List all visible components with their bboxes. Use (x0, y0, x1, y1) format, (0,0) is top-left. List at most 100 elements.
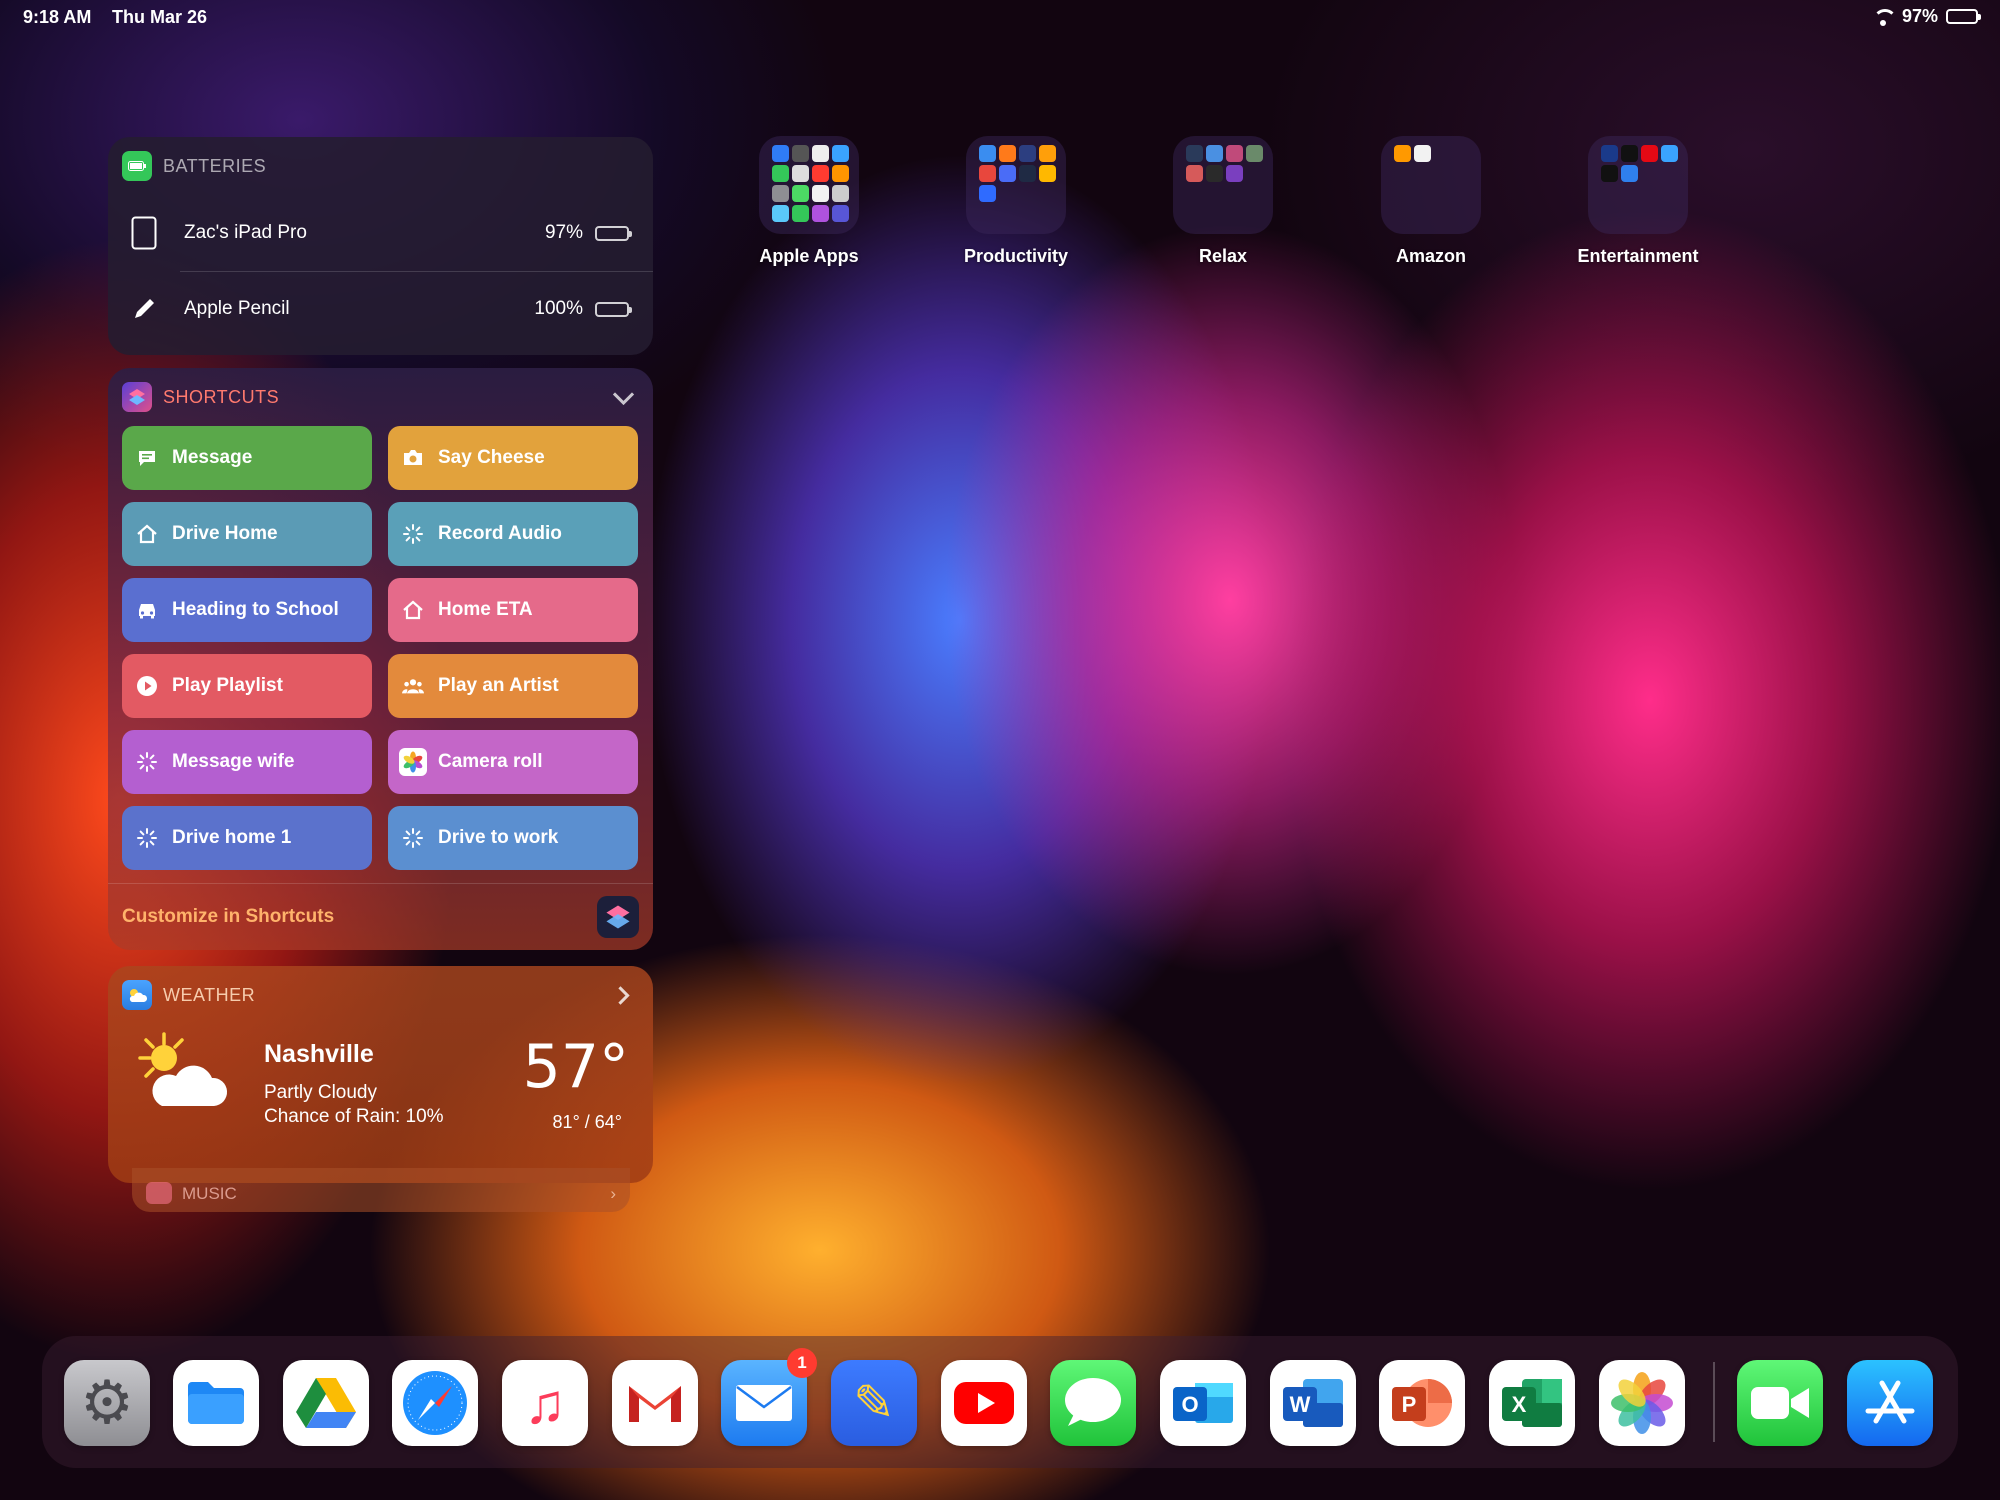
youtube-icon[interactable] (941, 1360, 1027, 1446)
shortcut-label: Play an Artist (438, 675, 559, 696)
mail-icon[interactable]: 1 (721, 1348, 817, 1446)
battery-gauge (595, 301, 632, 317)
folder-icon (1588, 136, 1688, 234)
shortcut-label: Drive home 1 (172, 827, 292, 848)
folder-relax[interactable]: Relax (1118, 136, 1328, 267)
spinner-icon (136, 751, 158, 773)
svg-text:P: P (1402, 1392, 1417, 1417)
shortcut-say-cheese[interactable]: Say Cheese (388, 426, 638, 490)
shortcut-heading-to-school[interactable]: Heading to School (122, 578, 372, 642)
music-widget[interactable]: MUSIC › (132, 1168, 630, 1212)
partly-cloudy-icon (132, 1030, 232, 1125)
batteries-header: BATTERIES (108, 137, 653, 195)
shortcut-drive-to-work[interactable]: Drive to work (388, 806, 638, 870)
chevron-right-icon[interactable]: › (610, 1184, 616, 1204)
spinner-icon (136, 827, 158, 849)
folder-icon (759, 136, 859, 234)
customize-shortcuts-link[interactable]: Customize in Shortcuts (122, 906, 597, 928)
folder-productivity[interactable]: Productivity (911, 136, 1121, 267)
files-icon[interactable] (173, 1360, 259, 1446)
shortcut-message[interactable]: Message (122, 426, 372, 490)
weather-body: Nashville Partly Cloudy Chance of Rain: … (108, 1024, 653, 1164)
shortcut-record-audio[interactable]: Record Audio (388, 502, 638, 566)
device-name: Apple Pencil (184, 298, 290, 319)
customize-shortcuts-row[interactable]: Customize in Shortcuts (108, 883, 653, 950)
shortcut-drive-home[interactable]: Drive Home (122, 502, 372, 566)
shortcuts-title: SHORTCUTS (163, 386, 280, 407)
car-icon (136, 599, 158, 621)
word-icon[interactable]: W (1270, 1360, 1356, 1446)
folder-label: Productivity (963, 246, 1069, 266)
chevron-down-icon[interactable] (612, 383, 635, 405)
photos-icon (399, 748, 427, 776)
shortcuts-app-icon (122, 382, 152, 412)
photos-icon[interactable] (1599, 1360, 1685, 1446)
music-icon[interactable]: ♫ (502, 1360, 588, 1446)
weather-widget[interactable]: WEATHER Nashville Partly Cloudy Chance o… (108, 966, 653, 1183)
folder-label: Relax (1198, 246, 1248, 266)
svg-text:X: X (1512, 1392, 1527, 1417)
folder-amazon[interactable]: Amazon (1326, 136, 1536, 267)
shortcut-label: Drive to work (438, 827, 559, 848)
battery-row-pencil: Apple Pencil 100% (108, 271, 653, 347)
battery-icon (1946, 9, 1981, 24)
status-battery-percent: 97% (1901, 6, 1938, 26)
device-percent: 100% (534, 298, 583, 319)
chevron-right-icon[interactable] (611, 985, 630, 1005)
wifi-icon (1872, 8, 1897, 26)
weather-condition: Partly Cloudy (264, 1082, 377, 1103)
shortcut-message-wife[interactable]: Message wife (122, 730, 372, 794)
dock-separator (1713, 1362, 1715, 1442)
status-date: Thu Mar 26 (112, 7, 208, 27)
shortcut-play-playlist[interactable]: Play Playlist (122, 654, 372, 718)
battery-row-ipad: Zac's iPad Pro 97% (108, 195, 653, 271)
powerpoint-icon[interactable]: P (1379, 1360, 1465, 1446)
home-icon (402, 599, 424, 621)
notability-icon[interactable]: ✎ (831, 1360, 917, 1446)
weather-rain-chance: Chance of Rain: 10% (264, 1106, 444, 1127)
shortcut-play-an-artist[interactable]: Play an Artist (388, 654, 638, 718)
spinner-icon (402, 827, 424, 849)
shortcut-label: Message (172, 447, 253, 468)
gmail-icon[interactable] (612, 1360, 698, 1446)
camera-icon (402, 447, 424, 469)
svg-text:O: O (1181, 1392, 1198, 1417)
folder-apple-apps[interactable]: Apple Apps (704, 136, 914, 267)
battery-app-icon (122, 151, 152, 181)
music-title: MUSIC (182, 1184, 237, 1203)
excel-icon[interactable]: X (1489, 1360, 1575, 1446)
folder-entertainment[interactable]: Entertainment (1533, 136, 1743, 267)
message-icon (136, 447, 158, 469)
folder-icon (966, 136, 1066, 234)
folder-label: Apple Apps (759, 246, 859, 266)
device-percent: 97% (544, 222, 583, 243)
folder-label: Entertainment (1577, 246, 1699, 266)
shortcut-camera-roll[interactable]: Camera roll (388, 730, 638, 794)
mail-badge: 1 (787, 1348, 817, 1378)
weather-temperature: 57° (522, 1032, 629, 1102)
shortcut-drive-home-1[interactable]: Drive home 1 (122, 806, 372, 870)
shortcut-label: Play Playlist (172, 675, 283, 696)
messages-icon[interactable] (1050, 1360, 1136, 1446)
shortcut-home-eta[interactable]: Home ETA (388, 578, 638, 642)
shortcut-label: Camera roll (438, 751, 543, 772)
facetime-icon[interactable] (1737, 1360, 1823, 1446)
shortcut-label: Drive Home (172, 523, 278, 544)
outlook-icon[interactable]: O (1160, 1360, 1246, 1446)
folder-icon (1173, 136, 1273, 234)
safari-icon[interactable] (392, 1360, 478, 1446)
shortcuts-grid: Message Say Cheese Drive Home Record Aud… (108, 426, 653, 870)
weather-city: Nashville (264, 1040, 374, 1068)
settings-icon[interactable]: ⚙ (64, 1360, 150, 1446)
music-app-icon (146, 1182, 172, 1204)
battery-gauge (595, 225, 632, 241)
app-store-icon[interactable] (1847, 1360, 1933, 1446)
shortcut-label: Message wife (172, 751, 295, 772)
google-drive-icon[interactable] (283, 1360, 369, 1446)
status-time: 9:18 AM (23, 7, 92, 27)
people-icon (402, 675, 424, 697)
shortcuts-app-icon[interactable] (597, 896, 639, 938)
folder-label: Amazon (1395, 246, 1466, 266)
dock: ⚙ ♫ 1 ✎ O W P X (42, 1336, 1958, 1468)
ipad-icon (114, 216, 174, 250)
